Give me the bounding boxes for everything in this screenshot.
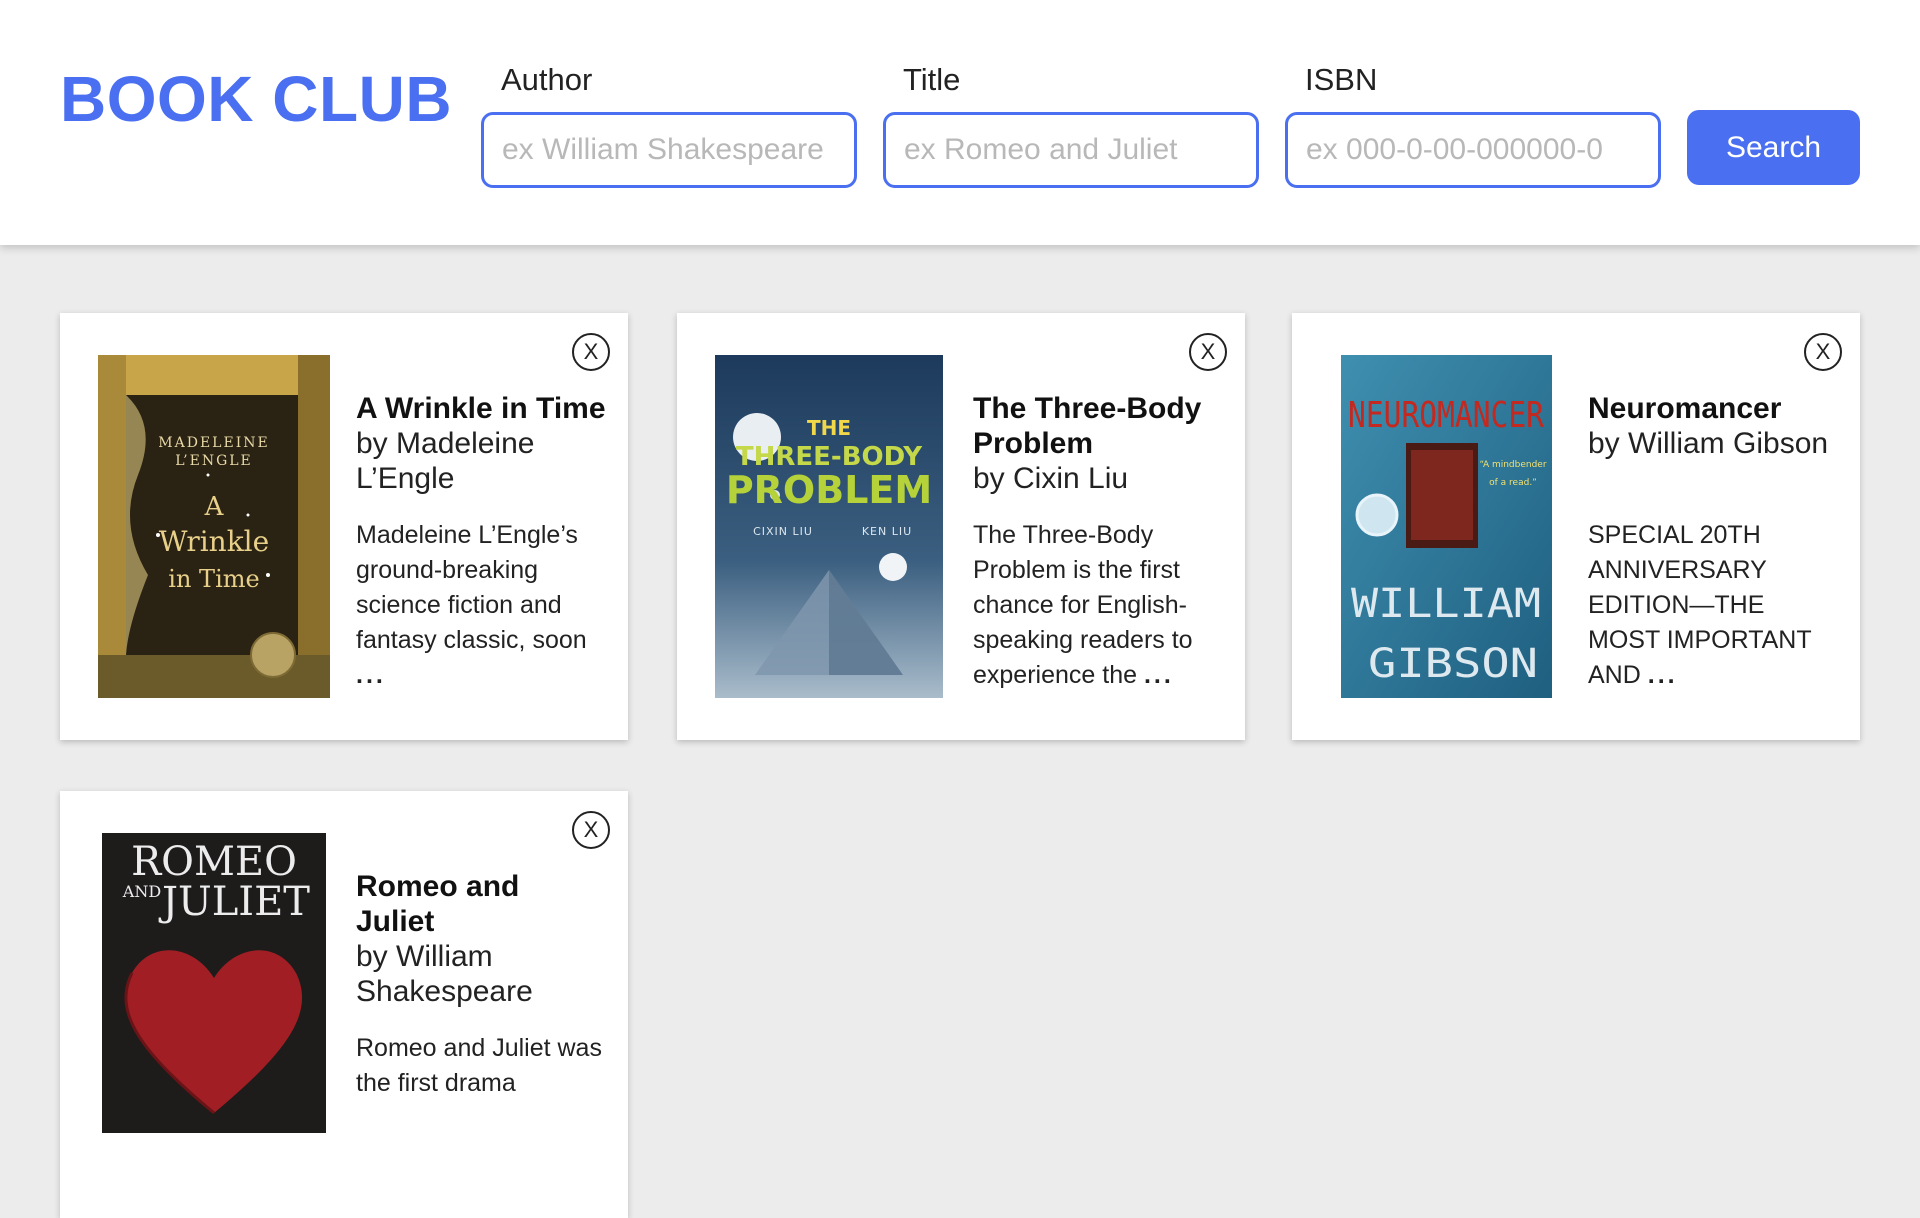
cover-title-line2: JULIET (158, 879, 310, 925)
cover-author-line2: GIBSON (1368, 641, 1538, 687)
remove-book-button[interactable]: X (572, 811, 610, 849)
ellipsis: ... (1647, 661, 1678, 689)
title-field-group: Title (883, 62, 1259, 188)
cover-author-line1: WILLIAM (1351, 581, 1541, 627)
remove-book-button[interactable]: X (1804, 333, 1842, 371)
author-input[interactable] (481, 112, 857, 188)
cover-title-and: AND (122, 882, 161, 901)
book-description-text: Romeo and Juliet was the first drama (356, 1034, 602, 1097)
book-card: X NEUROMANCER WILLIAM GIBSON “A mindbend… (1292, 313, 1860, 740)
book-title: A Wrinkle in Time (356, 392, 606, 425)
book-cover-image: NEUROMANCER WILLIAM GIBSON “A mindbender… (1341, 355, 1552, 698)
cover-title-line1: A (204, 492, 225, 522)
cover-title-line1: THE (807, 416, 851, 440)
author-label: Author (501, 62, 593, 97)
book-title: The Three-Body Problem (973, 392, 1202, 460)
book-description-text: SPECIAL 20TH ANNIVERSARY EDITION—THE MOS… (1588, 521, 1812, 689)
isbn-field-group: ISBN (1285, 62, 1661, 188)
book-info: A Wrinkle in Time by Madeleine L’Engle M… (356, 391, 606, 693)
author-field-group: Author (481, 62, 857, 188)
book-cover-image: THE THREE-BODY PROBLEM CIXIN LIU KEN LIU (715, 355, 943, 698)
book-author: by Cixin Liu (973, 462, 1129, 495)
isbn-input[interactable] (1285, 112, 1661, 188)
cover-quote: “A mindbender (1479, 460, 1546, 470)
title-input[interactable] (883, 112, 1259, 188)
book-info: Neuromancer by William Gibson SPECIAL 20… (1588, 391, 1838, 693)
cover-quote-2: of a read.” (1489, 478, 1537, 488)
book-info: The Three-Body Problem by Cixin Liu The … (973, 391, 1223, 693)
cover-author-line2: L’ENGLE (175, 453, 253, 469)
book-description: Madeleine L’Engle’s ground-breaking scie… (356, 518, 606, 693)
book-description: SPECIAL 20TH ANNIVERSARY EDITION—THE MOS… (1588, 518, 1838, 693)
remove-book-button[interactable]: X (1189, 333, 1227, 371)
book-title: Romeo and Juliet (356, 870, 520, 938)
cover-title-line3: PROBLEM (726, 468, 932, 512)
isbn-label: ISBN (1305, 62, 1378, 97)
cover-title-line3: in Time (168, 565, 259, 593)
book-card: X THE THREE-BODY PROBLEM CIXIN LIU KEN L… (677, 313, 1245, 740)
cover-author-line1: MADELEINE (158, 435, 269, 451)
book-card: X ROMEO AND JULIET Romeo and Juliet by W… (60, 791, 628, 1218)
ellipsis: ... (356, 661, 386, 689)
ellipsis: ... (1143, 661, 1174, 689)
book-description: The Three-Body Problem is the first chan… (973, 518, 1223, 693)
cover-title-line2: Wrinkle (159, 525, 269, 558)
search-button[interactable]: Search (1687, 110, 1860, 185)
book-description-text: Madeleine L’Engle’s ground-breaking scie… (356, 521, 587, 654)
header-bar: BOOK CLUB Author Title ISBN Search (0, 0, 1920, 245)
book-card: X MADELEINE L’ENGLE A Wrinkle in Time A … (60, 313, 628, 740)
cover-title: NEUROMANCER (1348, 395, 1544, 436)
app-title: BOOK CLUB (60, 63, 453, 135)
cover-author: CIXIN LIU (753, 525, 813, 538)
cover-translator: KEN LIU (862, 525, 912, 538)
book-author: by William Gibson (1588, 427, 1829, 460)
title-label: Title (903, 62, 961, 97)
book-title: Neuromancer (1588, 392, 1782, 425)
remove-book-button[interactable]: X (572, 333, 610, 371)
book-author: by William Shakespeare (356, 940, 533, 1008)
book-author: by Madeleine L’Engle (356, 427, 535, 495)
book-cover-image: MADELEINE L’ENGLE A Wrinkle in Time (98, 355, 330, 698)
book-cover-image: ROMEO AND JULIET (102, 833, 326, 1133)
book-info: Romeo and Juliet by William Shakespeare … (356, 869, 606, 1101)
book-description: Romeo and Juliet was the first drama (356, 1031, 606, 1101)
